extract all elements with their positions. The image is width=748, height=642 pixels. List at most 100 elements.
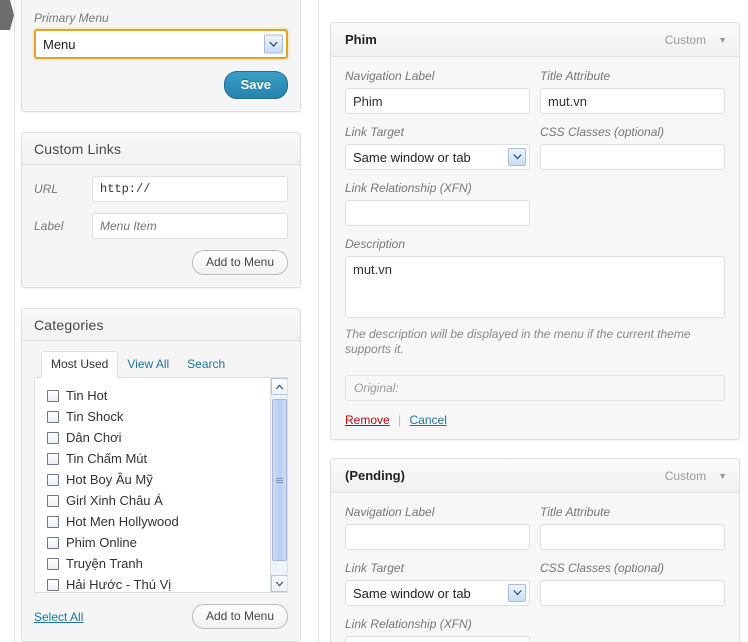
- original-label: Original:: [354, 381, 399, 395]
- category-checkbox[interactable]: [47, 536, 59, 549]
- category-checkbox[interactable]: [47, 452, 59, 465]
- row-target-css: Link Target Same window or tab CSS Class…: [345, 125, 725, 170]
- primary-menu-panel: Primary Menu Menu Save: [21, 0, 301, 112]
- list-item[interactable]: Hot Men Hollywood: [47, 511, 269, 532]
- sidebar-collapse-arrow-icon[interactable]: [0, 0, 14, 30]
- css-classes-input[interactable]: [540, 580, 725, 606]
- primary-menu-select[interactable]: Menu: [34, 29, 288, 59]
- list-item[interactable]: Dân Chơi: [47, 427, 269, 448]
- category-checkbox[interactable]: [47, 578, 59, 591]
- right-column: Phim Custom ▼ Navigation Label Title Att…: [330, 0, 740, 642]
- navigation-label-input[interactable]: [345, 524, 530, 550]
- xfn-spacer: [540, 617, 725, 642]
- chevron-down-icon[interactable]: ▼: [718, 35, 727, 45]
- list-item[interactable]: Girl Xinh Châu Á: [47, 490, 269, 511]
- left-edge-divider: [14, 0, 15, 642]
- link-target-select[interactable]: Same window or tab: [345, 144, 530, 170]
- list-item[interactable]: Tin Shock: [47, 406, 269, 427]
- title-attribute-input[interactable]: [540, 88, 725, 114]
- category-label: Dân Chơi: [66, 430, 122, 445]
- menu-item-title: (Pending): [345, 468, 405, 483]
- list-item[interactable]: Phim Online: [47, 532, 269, 553]
- add-to-menu-button-categories[interactable]: Add to Menu: [191, 604, 288, 629]
- primary-menu-body: Primary Menu Menu Save: [22, 0, 300, 111]
- category-checkbox[interactable]: [47, 557, 59, 570]
- link-target-select-wrap[interactable]: Same window or tab: [345, 580, 530, 606]
- scroll-down-icon[interactable]: [271, 575, 287, 592]
- menu-item-header[interactable]: (Pending) Custom ▼: [331, 459, 739, 493]
- category-label: Tin Shock: [66, 409, 124, 424]
- select-all-link[interactable]: Select All: [34, 610, 83, 624]
- scroll-up-icon[interactable]: [271, 378, 287, 395]
- category-label: Tin Chấm Mút: [66, 451, 148, 466]
- menu-item-body: Navigation Label Title Attribute Link Ta…: [331, 57, 739, 439]
- category-checkbox[interactable]: [47, 410, 59, 423]
- category-label: Girl Xinh Châu Á: [66, 493, 163, 508]
- xfn-label: Link Relationship (XFN): [345, 181, 472, 195]
- tab-most-used[interactable]: Most Used: [41, 351, 119, 378]
- scrollbar-track[interactable]: [271, 395, 287, 575]
- scrollbar-thumb[interactable]: [272, 399, 287, 561]
- categories-footer: Select All Add to Menu: [22, 593, 300, 641]
- menu-item-actions: Remove | Cancel: [345, 413, 725, 427]
- tab-view-all[interactable]: View All: [118, 352, 178, 377]
- list-item[interactable]: Tin Hot: [47, 385, 269, 406]
- menu-item-title: Phim: [345, 32, 377, 47]
- label-input[interactable]: [92, 213, 288, 239]
- link-target-select[interactable]: Same window or tab: [345, 580, 530, 606]
- category-checkbox[interactable]: [47, 515, 59, 528]
- list-item[interactable]: Truyện Tranh: [47, 553, 269, 574]
- primary-menu-select-wrap[interactable]: Menu: [34, 29, 288, 59]
- category-checkbox[interactable]: [47, 431, 59, 444]
- title-attribute-input[interactable]: [540, 524, 725, 550]
- category-checkbox[interactable]: [47, 473, 59, 486]
- row-target-css: Link Target Same window or tab CSS Class…: [345, 561, 725, 606]
- xfn-spacer: [540, 181, 725, 226]
- tab-search[interactable]: Search: [178, 352, 234, 377]
- xfn-field: Link Relationship (XFN): [345, 617, 530, 642]
- title-attribute-label: Title Attribute: [540, 505, 611, 519]
- category-checkbox[interactable]: [47, 389, 59, 402]
- chevron-down-icon[interactable]: ▼: [718, 471, 727, 481]
- navigation-label-input[interactable]: [345, 88, 530, 114]
- description-textarea[interactable]: mut.vn: [345, 256, 725, 318]
- list-item[interactable]: Hải Hước - Thú Vị: [47, 574, 269, 592]
- navigation-label-field: Navigation Label: [345, 505, 530, 550]
- link-target-label: Link Target: [345, 125, 404, 139]
- css-classes-label: CSS Classes (optional): [540, 125, 665, 139]
- save-button[interactable]: Save: [223, 71, 288, 99]
- xfn-input[interactable]: [345, 636, 530, 642]
- primary-menu-actions: Save: [34, 71, 288, 99]
- menu-item-body: Navigation Label Title Attribute Link Ta…: [331, 493, 739, 642]
- custom-links-title: Custom Links: [34, 141, 122, 157]
- list-item[interactable]: Hot Boy Âu Mỹ: [47, 469, 269, 490]
- categories-tabs: Most Used View All Search: [34, 351, 288, 378]
- url-input[interactable]: [92, 176, 288, 202]
- css-classes-label: CSS Classes (optional): [540, 561, 665, 575]
- custom-links-url-row: URL: [34, 176, 288, 202]
- wp-menus-screen: Primary Menu Menu Save Custom Links URL …: [0, 0, 748, 642]
- row-xfn: Link Relationship (XFN): [345, 181, 725, 226]
- list-item[interactable]: Tin Chấm Mút: [47, 448, 269, 469]
- xfn-input[interactable]: [345, 200, 530, 226]
- category-label: Tin Hot: [66, 388, 108, 403]
- category-label: Hot Men Hollywood: [66, 514, 179, 529]
- link-target-field: Link Target Same window or tab: [345, 561, 530, 606]
- category-label: Hot Boy Âu Mỹ: [66, 472, 153, 487]
- category-checkbox[interactable]: [47, 494, 59, 507]
- menu-item-header[interactable]: Phim Custom ▼: [331, 23, 739, 57]
- link-target-select-wrap[interactable]: Same window or tab: [345, 144, 530, 170]
- add-to-menu-button-custom-links[interactable]: Add to Menu: [191, 250, 288, 275]
- xfn-label: Link Relationship (XFN): [345, 617, 472, 631]
- categories-scrollbar[interactable]: [270, 378, 287, 592]
- categories-tabs-wrap: Most Used View All Search Tin Hot Tin Sh…: [22, 341, 300, 593]
- description-help-text: The description will be displayed in the…: [345, 327, 691, 356]
- cancel-link[interactable]: Cancel: [410, 413, 447, 427]
- title-attribute-field: Title Attribute: [540, 505, 725, 550]
- title-attribute-field: Title Attribute: [540, 69, 725, 114]
- link-target-label: Link Target: [345, 561, 404, 575]
- remove-link[interactable]: Remove: [345, 413, 390, 427]
- left-column: Primary Menu Menu Save Custom Links URL …: [21, 0, 301, 642]
- original-field: Original:: [345, 375, 725, 401]
- css-classes-input[interactable]: [540, 144, 725, 170]
